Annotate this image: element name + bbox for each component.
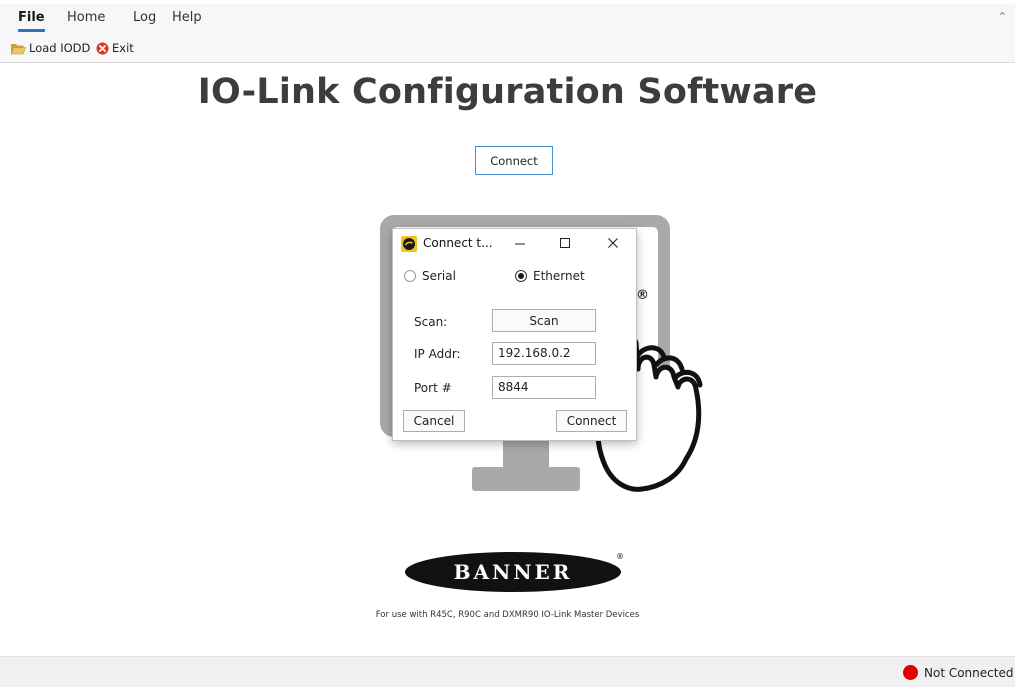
ip-addr-field[interactable]: 192.168.0.2: [492, 342, 596, 365]
monitor-registered-mark: ®: [636, 288, 649, 303]
status-indicator-icon: [903, 665, 918, 680]
radio-ethernet-circle[interactable]: [515, 270, 527, 282]
close-icon[interactable]: [604, 234, 622, 252]
radio-ethernet[interactable]: Ethernet: [515, 269, 585, 283]
tab-help[interactable]: Help: [172, 10, 202, 25]
connect-button[interactable]: Connect: [475, 146, 553, 175]
port-label: Port #: [414, 381, 452, 395]
ribbon: File Home Log Help ⌃ Load IODD Exit: [0, 4, 1015, 63]
maximize-icon[interactable]: [556, 234, 574, 252]
connect-dialog: Connect t... Serial Ethernet Scan: Scan …: [392, 228, 637, 441]
folder-open-icon: [10, 42, 26, 55]
load-iodd-button[interactable]: Load IODD: [10, 41, 90, 55]
exit-label: Exit: [112, 41, 134, 55]
cancel-button[interactable]: Cancel: [403, 410, 465, 432]
banner-logo-text: BANNER: [454, 560, 573, 584]
minimize-icon[interactable]: [511, 234, 529, 252]
load-iodd-label: Load IODD: [29, 41, 91, 55]
banner-logo-mark: ®: [616, 552, 624, 561]
banner-logo: BANNER ®: [405, 548, 635, 600]
dialog-titlebar: Connect t...: [393, 229, 636, 257]
exit-button[interactable]: Exit: [96, 41, 134, 55]
radio-ethernet-label: Ethernet: [533, 269, 585, 283]
tab-home[interactable]: Home: [67, 10, 105, 25]
status-text: Not Connected: [924, 666, 1014, 680]
app-window: File Home Log Help ⌃ Load IODD Exit IO-L…: [0, 0, 1015, 687]
radio-serial-circle[interactable]: [404, 270, 416, 282]
dialog-connect-button[interactable]: Connect: [556, 410, 627, 432]
port-field[interactable]: 8844: [492, 376, 596, 399]
chevron-up-icon[interactable]: ⌃: [998, 10, 1007, 23]
page-title: IO-Link Configuration Software: [197, 72, 818, 112]
tab-log[interactable]: Log: [133, 10, 156, 25]
banner-app-icon: [401, 236, 417, 252]
status-bar: Not Connected: [0, 656, 1015, 687]
radio-serial-label: Serial: [422, 269, 456, 283]
scan-button[interactable]: Scan: [492, 309, 596, 332]
dialog-title: Connect t...: [423, 236, 493, 250]
scan-label: Scan:: [414, 315, 448, 329]
ip-addr-label: IP Addr:: [414, 347, 461, 361]
radio-serial[interactable]: Serial: [404, 269, 456, 283]
exit-x-icon: [96, 42, 109, 55]
tab-file[interactable]: File: [18, 10, 45, 32]
footer-note: For use with R45C, R90C and DXMR90 IO-Li…: [375, 610, 640, 620]
